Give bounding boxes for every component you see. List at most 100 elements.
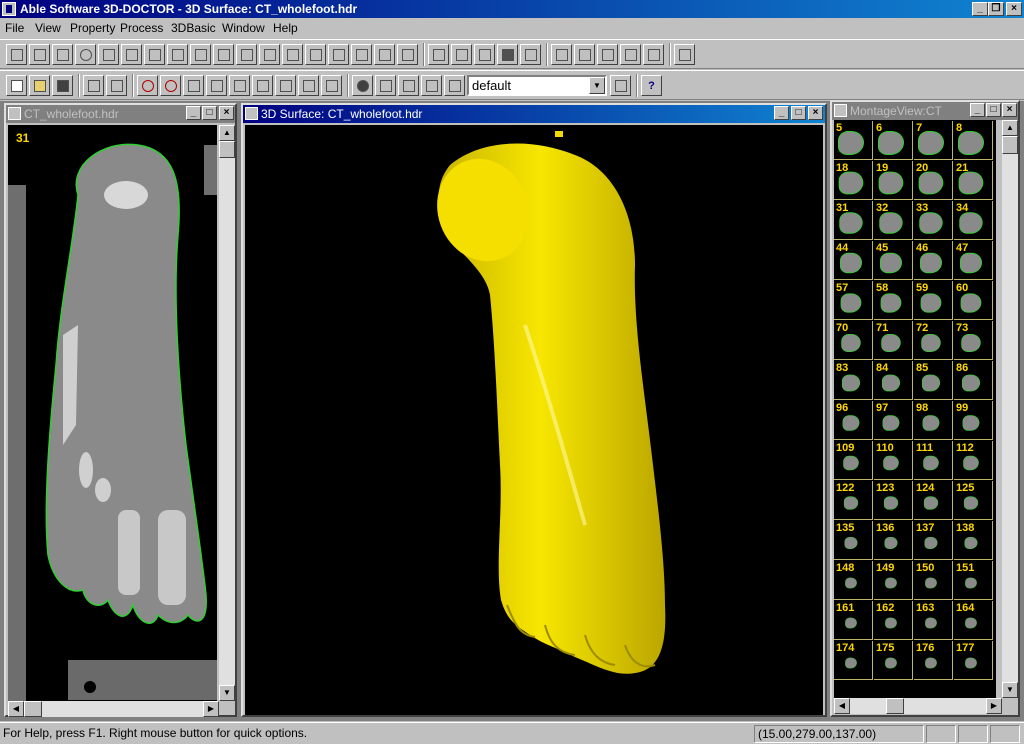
montage-cell[interactable]: 137 bbox=[914, 521, 953, 560]
point-icon[interactable] bbox=[551, 44, 572, 65]
render-surface-icon[interactable] bbox=[352, 75, 373, 96]
pen-icon[interactable] bbox=[29, 44, 50, 65]
montage-cell[interactable]: 161 bbox=[834, 601, 873, 640]
montage-cell[interactable]: 135 bbox=[834, 521, 873, 560]
montage-cell[interactable]: 60 bbox=[954, 281, 993, 320]
slice-close-button[interactable]: × bbox=[219, 106, 234, 120]
montage-cell[interactable]: 97 bbox=[874, 401, 913, 440]
arrow-left-icon[interactable] bbox=[206, 75, 227, 96]
montage-cell[interactable]: 83 bbox=[834, 361, 873, 400]
montage-cell[interactable]: 177 bbox=[954, 641, 993, 680]
close-button[interactable]: × bbox=[1006, 2, 1022, 16]
montage-cell[interactable]: 151 bbox=[954, 561, 993, 600]
montage-cell[interactable]: 57 bbox=[834, 281, 873, 320]
menu-3dbasic[interactable]: 3DBasic bbox=[171, 20, 216, 36]
scroll-thumb[interactable] bbox=[886, 698, 904, 714]
image-icon[interactable] bbox=[374, 44, 395, 65]
ellipse-icon[interactable] bbox=[75, 44, 96, 65]
montage-cell[interactable]: 123 bbox=[874, 481, 913, 520]
add-point-icon[interactable] bbox=[574, 44, 595, 65]
menu-window[interactable]: Window bbox=[222, 20, 265, 36]
montage-cell[interactable]: 174 bbox=[834, 641, 873, 680]
montage-cell[interactable]: 148 bbox=[834, 561, 873, 600]
fill-icon[interactable] bbox=[497, 44, 518, 65]
align-icon[interactable] bbox=[674, 44, 695, 65]
image-set-icon[interactable] bbox=[397, 44, 418, 65]
montage-cell[interactable]: 44 bbox=[834, 241, 873, 280]
menu-process[interactable]: Process bbox=[120, 20, 163, 36]
montage-cell[interactable]: 21 bbox=[954, 161, 993, 200]
zoom-out-icon[interactable] bbox=[160, 75, 181, 96]
list-points-icon[interactable] bbox=[643, 44, 664, 65]
scroll-thumb[interactable] bbox=[24, 701, 42, 717]
pan-icon[interactable] bbox=[183, 75, 204, 96]
copy-region-icon[interactable] bbox=[236, 44, 257, 65]
montage-cell[interactable]: 72 bbox=[914, 321, 953, 360]
montage-window[interactable]: MontageView:CT _ □ × 5 6 7 8 18 19 20 21 31 32 33 3… bbox=[830, 100, 1020, 717]
montage-cell[interactable]: 149 bbox=[874, 561, 913, 600]
scroll-up-icon[interactable]: ▲ bbox=[219, 125, 235, 141]
line-icon[interactable] bbox=[428, 44, 449, 65]
montage-cell[interactable]: 112 bbox=[954, 441, 993, 480]
montage-cell[interactable]: 59 bbox=[914, 281, 953, 320]
undo-icon[interactable] bbox=[83, 75, 104, 96]
montage-vertical-scrollbar[interactable]: ▲ ▼ bbox=[1002, 120, 1018, 698]
montage-cell[interactable]: 175 bbox=[874, 641, 913, 680]
scroll-left-icon[interactable]: ◀ bbox=[8, 701, 24, 717]
cross-icon[interactable] bbox=[167, 44, 188, 65]
move-point-icon[interactable] bbox=[620, 44, 641, 65]
montage-cell[interactable]: 34 bbox=[954, 201, 993, 240]
montage-cell[interactable]: 58 bbox=[874, 281, 913, 320]
montage-cell[interactable]: 73 bbox=[954, 321, 993, 360]
slice-window-title-bar[interactable]: CT_wholefoot.hdr _ □ × bbox=[6, 105, 235, 123]
rotate-icon[interactable] bbox=[298, 75, 319, 96]
montage-horizontal-scrollbar[interactable]: ◀ ▶ bbox=[834, 698, 1002, 714]
montage-cell[interactable]: 85 bbox=[914, 361, 953, 400]
columns-icon[interactable] bbox=[520, 44, 541, 65]
app-icon[interactable] bbox=[2, 2, 16, 16]
slice-horizontal-scrollbar[interactable]: ◀ ▶ bbox=[8, 701, 219, 717]
slice-plane-icon[interactable] bbox=[398, 75, 419, 96]
bars-icon[interactable] bbox=[421, 75, 442, 96]
montage-cell[interactable]: 70 bbox=[834, 321, 873, 360]
z-down-icon[interactable] bbox=[351, 44, 372, 65]
select-region-icon[interactable] bbox=[6, 44, 27, 65]
apply-preset-icon[interactable] bbox=[610, 75, 631, 96]
montage-cell[interactable]: 136 bbox=[874, 521, 913, 560]
montage-minimize-button[interactable]: _ bbox=[970, 103, 985, 117]
slice-maximize-button[interactable]: □ bbox=[202, 106, 217, 120]
slice-window[interactable]: CT_wholefoot.hdr _ □ × 31 ▲ ▼ ◀ ▶ bbox=[4, 103, 237, 717]
context-help-icon[interactable]: ? bbox=[641, 75, 662, 96]
surface-render-view[interactable] bbox=[245, 125, 823, 715]
montage-cell[interactable]: 125 bbox=[954, 481, 993, 520]
montage-cell[interactable]: 124 bbox=[914, 481, 953, 520]
montage-icon[interactable] bbox=[834, 104, 847, 117]
move-up-icon[interactable] bbox=[98, 44, 119, 65]
montage-cell[interactable]: 46 bbox=[914, 241, 953, 280]
pointer-icon[interactable] bbox=[106, 75, 127, 96]
wireframe-icon[interactable] bbox=[375, 75, 396, 96]
montage-cell[interactable]: 150 bbox=[914, 561, 953, 600]
open-folder-icon[interactable] bbox=[29, 75, 50, 96]
scroll-up-icon[interactable]: ▲ bbox=[1002, 120, 1018, 136]
montage-cell[interactable]: 86 bbox=[954, 361, 993, 400]
reset-view-icon[interactable] bbox=[321, 75, 342, 96]
montage-cell[interactable]: 7 bbox=[914, 121, 953, 160]
node-icon[interactable] bbox=[282, 44, 303, 65]
arrow-up-icon[interactable] bbox=[252, 75, 273, 96]
scroll-right-icon[interactable]: ▶ bbox=[986, 698, 1002, 714]
surface-window[interactable]: 3D Surface: CT_wholefoot.hdr _ □ × bbox=[241, 103, 827, 717]
rectangle-icon[interactable] bbox=[52, 44, 73, 65]
scale-icon[interactable] bbox=[213, 44, 234, 65]
chevron-down-icon[interactable]: ▼ bbox=[589, 77, 605, 94]
settings-icon[interactable] bbox=[444, 75, 465, 96]
montage-cell[interactable]: 19 bbox=[874, 161, 913, 200]
arrow-down-icon[interactable] bbox=[275, 75, 296, 96]
minimize-button[interactable]: _ bbox=[972, 2, 988, 16]
stack-icon[interactable] bbox=[451, 44, 472, 65]
montage-cell[interactable]: 164 bbox=[954, 601, 993, 640]
surface-close-button[interactable]: × bbox=[808, 106, 823, 120]
montage-cell[interactable]: 162 bbox=[874, 601, 913, 640]
montage-cell[interactable]: 122 bbox=[834, 481, 873, 520]
restore-button[interactable]: ❐ bbox=[988, 2, 1004, 16]
